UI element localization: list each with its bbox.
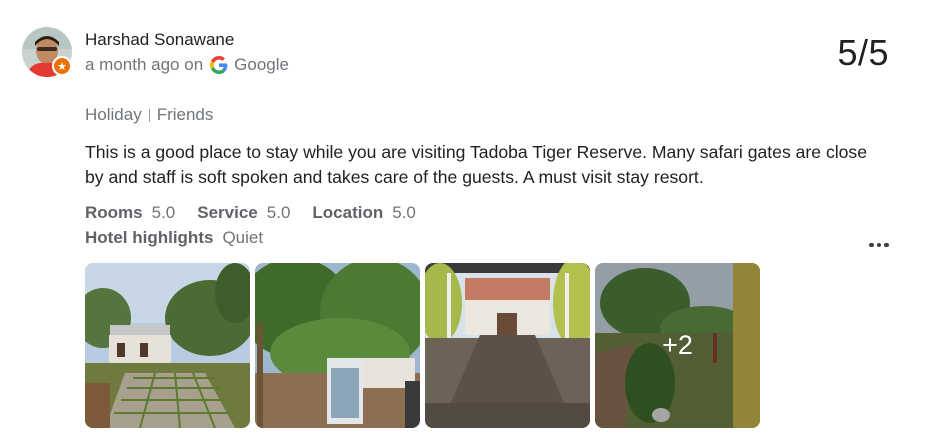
highlights-value: Quiet <box>222 228 264 247</box>
trip-company: Friends <box>156 105 214 124</box>
sub-ratings: Rooms 5.0 Service 5.0 Location 5.0 <box>85 203 438 223</box>
rating-value: 5.0 <box>266 203 291 222</box>
rating-label: Location <box>312 203 384 222</box>
review-time: a month ago on <box>85 55 204 74</box>
google-g-icon <box>210 56 228 74</box>
local-guide-star-icon: ★ <box>52 56 72 76</box>
hotel-highlights: Hotel highlights Quiet <box>85 228 263 248</box>
trip-type: Holiday <box>85 105 142 124</box>
author-name[interactable]: Harshad Sonawane <box>85 30 234 50</box>
more-photos-overlay[interactable]: +2 <box>595 263 760 428</box>
review-score: 5/5 <box>837 32 889 73</box>
review-text: This is a good place to stay while you a… <box>85 142 868 187</box>
trip-tags: Holiday Friends <box>85 105 213 125</box>
more-vertical-dots-icon <box>869 242 889 248</box>
rating-label: Service <box>197 203 258 222</box>
rating-location: Location 5.0 <box>312 203 415 223</box>
rating-value: 5.0 <box>392 203 416 222</box>
highlights-label: Hotel highlights <box>85 228 214 247</box>
review-photos: +2 <box>85 263 760 428</box>
review-photo-4[interactable]: +2 <box>595 263 760 428</box>
rating-value: 5.0 <box>151 203 176 222</box>
rating-service: Service 5.0 <box>197 203 290 223</box>
rating-rooms: Rooms 5.0 <box>85 203 175 223</box>
more-options-button[interactable] <box>864 233 894 257</box>
tag-divider <box>148 108 150 122</box>
more-photos-count: +2 <box>662 330 693 360</box>
review-photo-1[interactable] <box>85 263 250 428</box>
review-meta: a month ago on Google <box>85 55 289 75</box>
review-photo-3[interactable] <box>425 263 590 428</box>
review-photo-2[interactable] <box>255 263 420 428</box>
rating-label: Rooms <box>85 203 143 222</box>
review-source: Google <box>234 55 289 74</box>
